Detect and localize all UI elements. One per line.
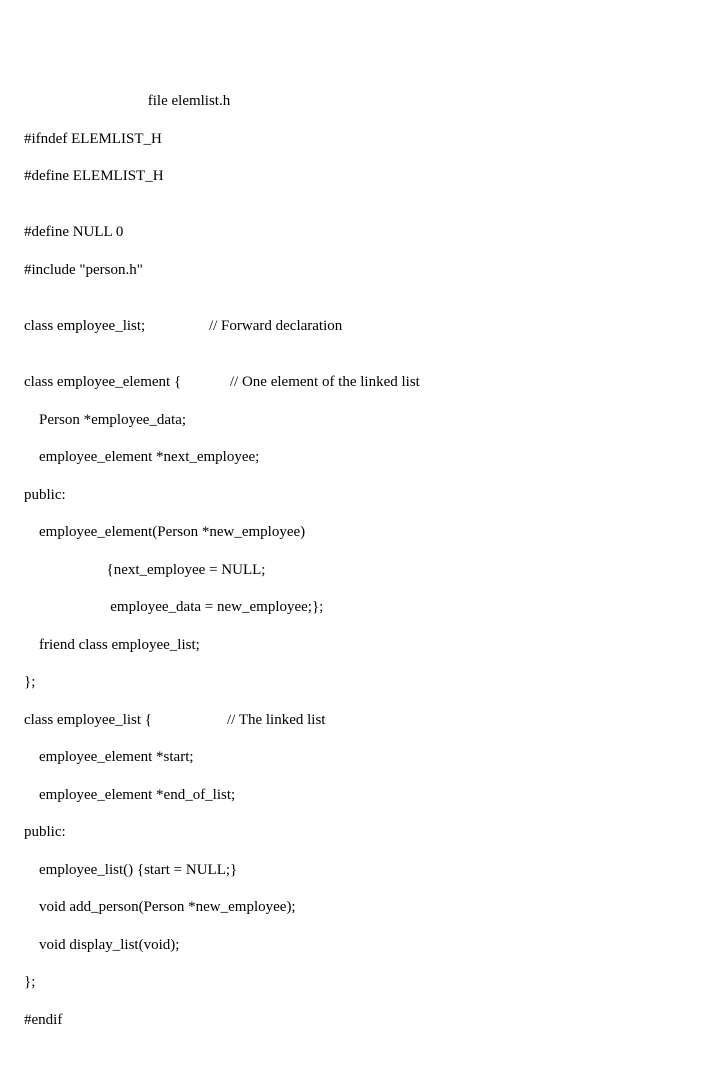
code-line: }; [24, 973, 696, 992]
code-line: employee_element *next_employee; [24, 448, 696, 467]
code-line: class employee_list; // Forward declarat… [24, 317, 696, 336]
code-line: void add_person(Person *new_employee); [24, 898, 696, 917]
code-line: employee_element *end_of_list; [24, 786, 696, 805]
code-line: {next_employee = NULL; [24, 561, 696, 580]
code-line: #ifndef ELEMLIST_H [24, 130, 696, 149]
code-line: Person *employee_data; [24, 411, 696, 430]
code-line: friend class employee_list; [24, 636, 696, 655]
code-line: class employee_element { // One element … [24, 373, 696, 392]
code-line: public: [24, 823, 696, 842]
code-line: employee_data = new_employee;}; [24, 598, 696, 617]
code-line: #include "person.h" [24, 261, 696, 280]
code-line: employee_list() {start = NULL;} [24, 861, 696, 880]
code-line: file elemlist.h [24, 92, 696, 111]
code-line: #define NULL 0 [24, 223, 696, 242]
code-line: public: [24, 486, 696, 505]
code-line: }; [24, 673, 696, 692]
code-line: class employee_list { // The linked list [24, 711, 696, 730]
code-line: employee_element(Person *new_employee) [24, 523, 696, 542]
code-line: #define ELEMLIST_H [24, 167, 696, 186]
code-line: #endif [24, 1011, 696, 1030]
code-line: void display_list(void); [24, 936, 696, 955]
code-line: employee_element *start; [24, 748, 696, 767]
